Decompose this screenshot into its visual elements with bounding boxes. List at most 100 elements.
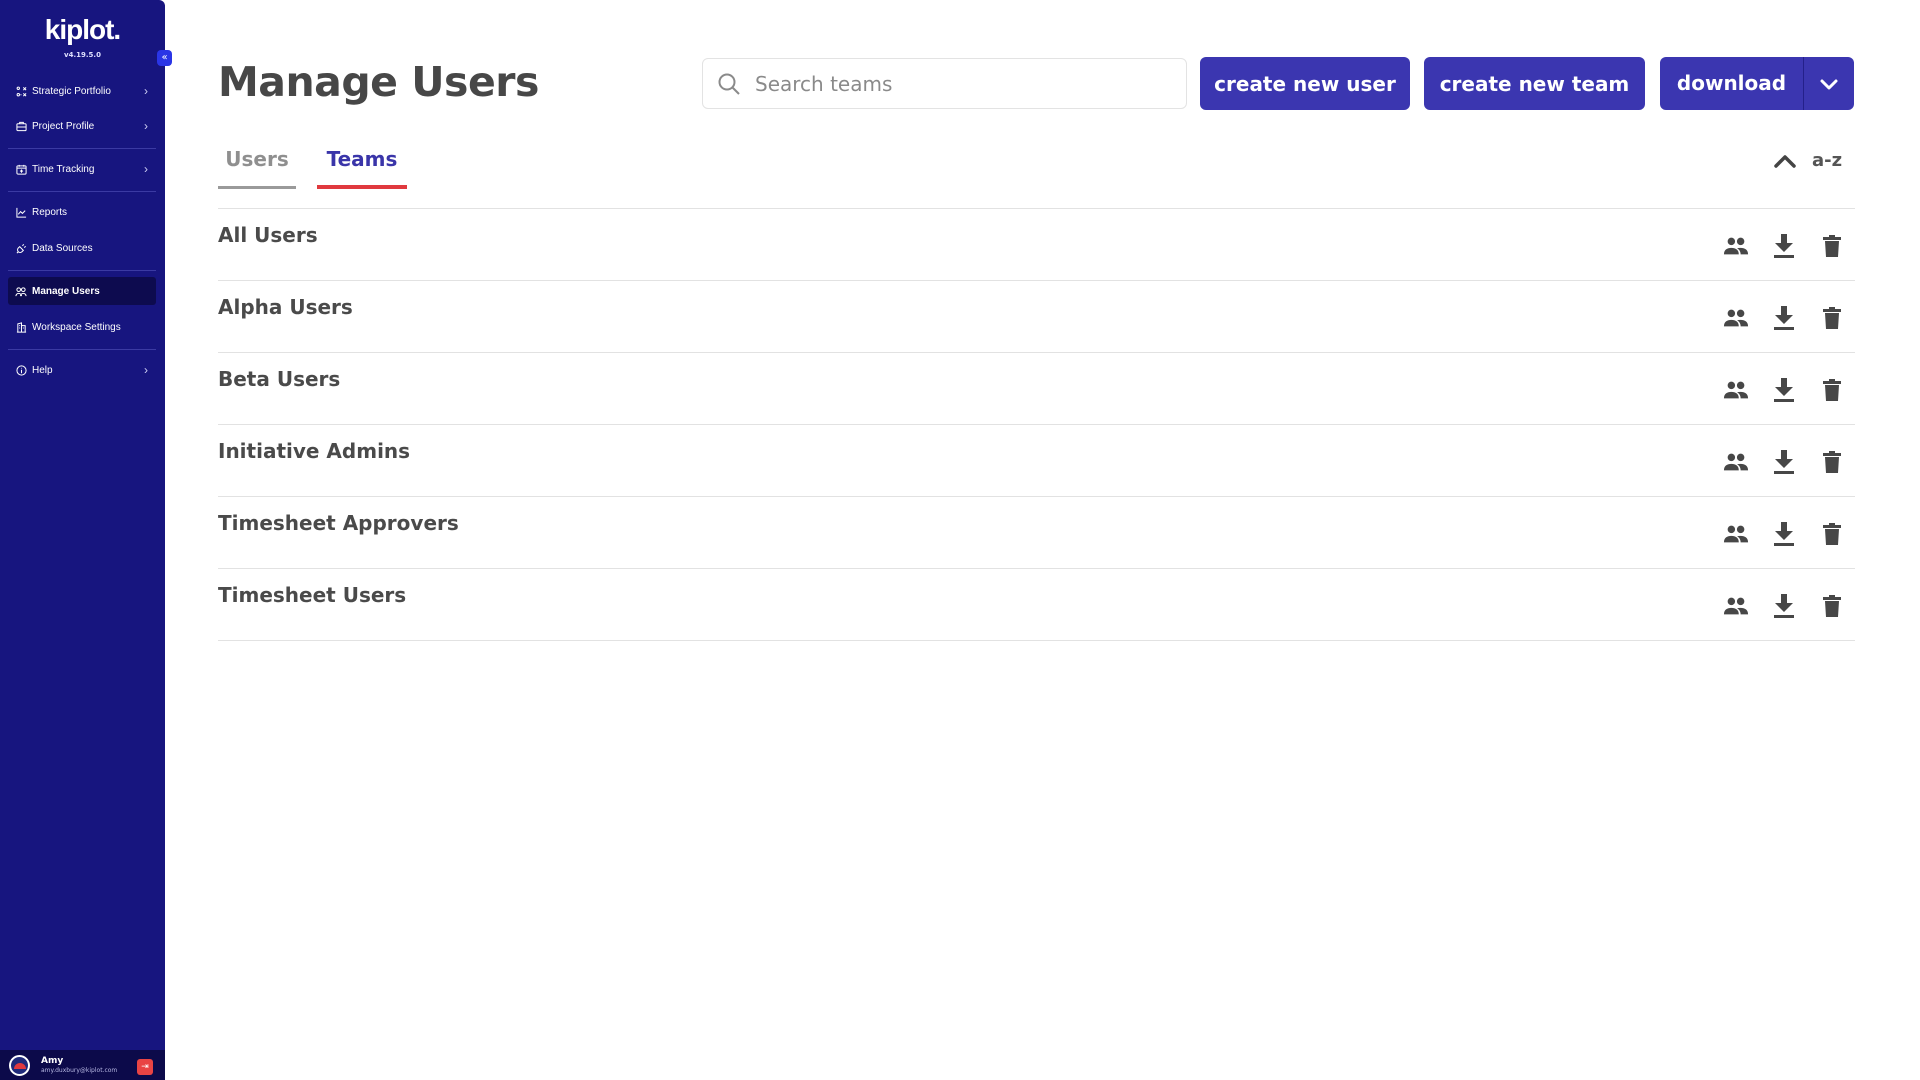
building-icon [14, 320, 28, 334]
sidebar-divider [8, 148, 156, 149]
logout-button[interactable]: ⇥ [137, 1059, 153, 1075]
trash-icon [1823, 451, 1841, 473]
sort-toggle[interactable]: a-z [1772, 150, 1842, 171]
sidebar-item-label: Workspace Settings [32, 321, 121, 333]
app-version: v4.19.5.0 [64, 51, 101, 59]
user-email: amy.duxbury@kiplot.com [41, 1067, 118, 1074]
manage-members-button[interactable] [1723, 377, 1749, 403]
sidebar-item-label: Data Sources [32, 242, 93, 254]
trash-icon [1823, 523, 1841, 545]
team-name[interactable]: Alpha Users [218, 295, 353, 319]
user-name: Amy [41, 1056, 64, 1066]
chevron-right-icon: › [144, 363, 148, 377]
download-team-button[interactable] [1771, 521, 1797, 547]
sidebar-item-label: Strategic Portfolio [32, 85, 111, 97]
download-button[interactable]: download [1660, 71, 1803, 95]
create-new-user-button[interactable]: create new user [1200, 57, 1410, 110]
download-team-button[interactable] [1771, 377, 1797, 403]
sidebar-item-help[interactable]: Help › [8, 356, 156, 384]
sidebar-item-reports[interactable]: Reports [8, 198, 156, 226]
chart-line-icon [14, 205, 28, 219]
sidebar-item-project-profile[interactable]: Project Profile › [8, 112, 156, 140]
manage-members-button[interactable] [1723, 449, 1749, 475]
briefcase-icon [14, 119, 28, 133]
strategy-icon [14, 84, 28, 98]
search-icon [717, 72, 741, 96]
download-team-button[interactable] [1771, 449, 1797, 475]
delete-team-button[interactable] [1819, 305, 1845, 331]
download-icon [1774, 450, 1794, 474]
download-icon [1774, 522, 1794, 546]
delete-team-button[interactable] [1819, 521, 1845, 547]
row-actions [1723, 233, 1855, 259]
team-row[interactable]: Initiative Admins [218, 425, 1855, 497]
chevron-down-icon [1820, 79, 1838, 89]
kiplot-logo[interactable]: kiplot. [0, 14, 165, 46]
delete-team-button[interactable] [1819, 449, 1845, 475]
trash-icon [1823, 307, 1841, 329]
manage-members-button[interactable] [1723, 521, 1749, 547]
chevron-right-icon: › [144, 162, 148, 176]
sidebar-divider [8, 270, 156, 271]
team-name[interactable]: Beta Users [218, 367, 340, 391]
download-icon [1774, 594, 1794, 618]
download-icon [1774, 378, 1794, 402]
row-actions [1723, 593, 1855, 619]
team-name[interactable]: All Users [218, 223, 318, 247]
sidebar-item-label: Reports [32, 206, 68, 218]
manage-members-button[interactable] [1723, 305, 1749, 331]
team-name[interactable]: Timesheet Users [218, 583, 406, 607]
team-name[interactable]: Initiative Admins [218, 439, 410, 463]
row-actions [1723, 521, 1855, 547]
sort-label: a-z [1812, 150, 1843, 171]
row-actions [1723, 305, 1855, 331]
sidebar-item-workspace-settings[interactable]: Workspace Settings [8, 313, 156, 341]
delete-team-button[interactable] [1819, 233, 1845, 259]
sidebar-item-time-tracking[interactable]: Time Tracking › [8, 155, 156, 183]
logout-icon: ⇥ [141, 1062, 149, 1072]
delete-team-button[interactable] [1819, 377, 1845, 403]
people-icon [1723, 237, 1749, 255]
download-options-toggle[interactable] [1804, 57, 1854, 110]
avatar[interactable] [9, 1055, 30, 1076]
team-row[interactable]: Beta Users [218, 353, 1855, 425]
sidebar-item-manage-users[interactable]: Manage Users [8, 277, 156, 305]
trash-icon [1823, 379, 1841, 401]
team-name[interactable]: Timesheet Approvers [218, 511, 459, 535]
user-footer: Amy amy.duxbury@kiplot.com ⇥ [0, 1050, 165, 1080]
collapse-sidebar-button[interactable]: « [157, 50, 172, 66]
delete-team-button[interactable] [1819, 593, 1845, 619]
tab-teams[interactable]: Teams [317, 147, 407, 189]
manage-members-button[interactable] [1723, 233, 1749, 259]
people-icon [1723, 381, 1749, 399]
sidebar-divider [8, 349, 156, 350]
chevron-right-icon: › [144, 119, 148, 133]
sidebar-item-strategic-portfolio[interactable]: Strategic Portfolio › [8, 77, 156, 105]
download-team-button[interactable] [1771, 593, 1797, 619]
search-field[interactable] [702, 58, 1187, 109]
sidebar-item-data-sources[interactable]: Data Sources [8, 234, 156, 262]
team-row[interactable]: Timesheet Users [218, 569, 1855, 641]
search-input[interactable] [755, 69, 1175, 99]
sidebar-item-label: Help [32, 364, 53, 376]
team-row[interactable]: Timesheet Approvers [218, 497, 1855, 569]
people-icon [1723, 525, 1749, 543]
download-split-button: download [1660, 57, 1854, 110]
plug-icon [14, 241, 28, 255]
download-team-button[interactable] [1771, 305, 1797, 331]
team-row[interactable]: Alpha Users [218, 281, 1855, 353]
download-icon [1774, 234, 1794, 258]
create-new-team-button[interactable]: create new team [1424, 57, 1645, 110]
users-icon [14, 284, 28, 298]
tab-users[interactable]: Users [218, 147, 296, 189]
chevron-up-icon [1774, 154, 1796, 168]
download-team-button[interactable] [1771, 233, 1797, 259]
sidebar-divider [8, 191, 156, 192]
people-icon [1723, 453, 1749, 471]
team-row[interactable]: All Users [218, 209, 1855, 281]
manage-members-button[interactable] [1723, 593, 1749, 619]
info-icon [14, 363, 28, 377]
trash-icon [1823, 235, 1841, 257]
sidebar: kiplot. v4.19.5.0 Strategic Portfolio › … [0, 0, 165, 1080]
people-icon [1723, 309, 1749, 327]
